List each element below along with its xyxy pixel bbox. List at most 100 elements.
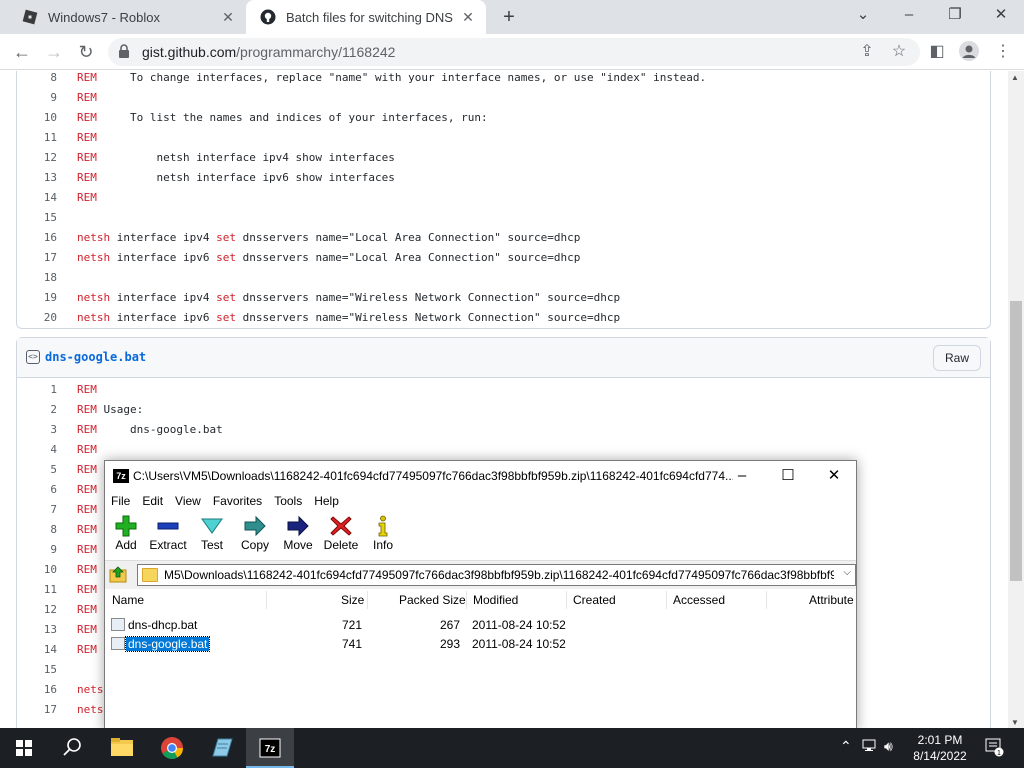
reload-icon[interactable]: ↻: [74, 40, 98, 64]
line-number[interactable]: 12: [17, 148, 57, 168]
network-icon[interactable]: [862, 738, 878, 755]
line-number[interactable]: 2: [17, 400, 57, 420]
line-number[interactable]: 11: [17, 128, 57, 148]
archive-path-combobox[interactable]: M5\Downloads\1168242-401fc694cfd77495097…: [137, 564, 856, 586]
line-number[interactable]: 5: [17, 460, 57, 480]
menu-edit[interactable]: Edit: [136, 491, 169, 511]
extract-button[interactable]: Extract: [146, 515, 190, 552]
test-button[interactable]: Test: [190, 515, 234, 552]
line-number[interactable]: 17: [17, 700, 57, 720]
side-panel-icon[interactable]: ◧: [926, 41, 948, 63]
tab-gist[interactable]: Batch files for switching DNS ser ✕: [246, 0, 486, 34]
line-number[interactable]: 18: [17, 268, 57, 288]
tab-roblox[interactable]: Windows7 - Roblox ✕: [8, 0, 246, 34]
col-accessed[interactable]: Accessed: [673, 593, 725, 607]
line-number[interactable]: 8: [17, 71, 57, 88]
move-button[interactable]: Move: [276, 515, 320, 552]
scroll-down-arrow-icon[interactable]: ▼: [1011, 718, 1019, 727]
address-bar[interactable]: gist.github.com/programmarchy/1168242: [108, 38, 920, 66]
new-tab-icon[interactable]: +: [498, 6, 520, 28]
restore-icon[interactable]: ❐: [932, 0, 978, 30]
line-number[interactable]: 15: [17, 660, 57, 680]
line-number[interactable]: 3: [17, 420, 57, 440]
line-number[interactable]: 6: [17, 480, 57, 500]
line-number[interactable]: 15: [17, 208, 57, 228]
file-name-link[interactable]: dns-google.bat: [45, 350, 146, 364]
line-number[interactable]: 4: [17, 440, 57, 460]
col-size[interactable]: Size: [341, 593, 364, 607]
column-divider[interactable]: [566, 591, 567, 609]
line-number[interactable]: 14: [17, 188, 57, 208]
menu-help[interactable]: Help: [308, 491, 345, 511]
start-button[interactable]: [0, 728, 48, 768]
close-tab-icon[interactable]: ✕: [220, 9, 236, 25]
chevron-down-icon[interactable]: ⌵: [843, 567, 851, 578]
notification-center-icon[interactable]: 1: [984, 737, 1004, 760]
column-divider[interactable]: [766, 591, 767, 609]
delete-button[interactable]: Delete: [319, 515, 363, 552]
scroll-up-arrow-icon[interactable]: ▲: [1011, 73, 1019, 82]
tab-search-chevron-icon[interactable]: ⌄: [840, 0, 886, 30]
bookmark-star-icon[interactable]: ☆: [888, 41, 910, 63]
line-number[interactable]: 13: [17, 168, 57, 188]
file-row[interactable]: dns-google.bat 741 293 2011-08-24 10:52: [105, 634, 856, 653]
col-name[interactable]: Name: [112, 593, 144, 607]
minimize-icon[interactable]: –: [719, 461, 765, 491]
close-window-icon[interactable]: ✕: [978, 0, 1024, 30]
raw-button[interactable]: Raw: [933, 345, 981, 371]
search-button[interactable]: [48, 728, 96, 768]
line-number[interactable]: 8: [17, 520, 57, 540]
scrollbar-thumb[interactable]: [1010, 301, 1022, 581]
profile-avatar-icon[interactable]: [958, 41, 980, 63]
taskbar-file-explorer[interactable]: [98, 728, 146, 768]
col-created[interactable]: Created: [573, 593, 616, 607]
line-number[interactable]: 10: [17, 108, 57, 128]
line-number[interactable]: 9: [17, 540, 57, 560]
volume-icon[interactable]: 🔊︎: [884, 738, 893, 755]
system-clock[interactable]: 2:01 PM 8/14/2022: [904, 732, 976, 764]
taskbar-chrome[interactable]: [148, 728, 196, 768]
line-number[interactable]: 14: [17, 640, 57, 660]
copy-button[interactable]: Copy: [233, 515, 277, 552]
column-divider[interactable]: [466, 591, 467, 609]
forward-icon[interactable]: →: [42, 40, 66, 64]
add-button[interactable]: Add: [104, 515, 148, 552]
taskbar-notepad[interactable]: [198, 728, 246, 768]
line-number[interactable]: 9: [17, 88, 57, 108]
close-tab-icon[interactable]: ✕: [460, 9, 476, 25]
folder-up-icon[interactable]: [109, 565, 129, 585]
menu-tools[interactable]: Tools: [268, 491, 308, 511]
line-number[interactable]: 20: [17, 308, 57, 328]
file-row[interactable]: dns-dhcp.bat 721 267 2011-08-24 10:52: [105, 615, 856, 634]
line-number[interactable]: 16: [17, 228, 57, 248]
menu-file[interactable]: File: [105, 491, 136, 511]
column-divider[interactable]: [367, 591, 368, 609]
menu-kebab-icon[interactable]: ⋮: [992, 41, 1014, 63]
menu-favorites[interactable]: Favorites: [207, 491, 268, 511]
info-button[interactable]: Info: [361, 515, 405, 552]
share-icon[interactable]: ⇪: [856, 41, 878, 63]
line-number[interactable]: 10: [17, 560, 57, 580]
col-packed-size[interactable]: Packed Size: [399, 593, 466, 607]
line-number[interactable]: 19: [17, 288, 57, 308]
column-divider[interactable]: [666, 591, 667, 609]
back-icon[interactable]: ←: [10, 40, 34, 64]
line-number[interactable]: 13: [17, 620, 57, 640]
line-number[interactable]: 11: [17, 580, 57, 600]
show-hidden-icons-icon[interactable]: ⌃: [840, 738, 852, 755]
close-window-icon[interactable]: ✕: [811, 461, 857, 491]
line-number[interactable]: 12: [17, 600, 57, 620]
line-number[interactable]: 16: [17, 680, 57, 700]
page-scrollbar[interactable]: ▲ ▼: [1008, 71, 1024, 729]
line-number[interactable]: 1: [17, 380, 57, 400]
maximize-icon[interactable]: ☐: [765, 461, 811, 491]
taskbar-7zip[interactable]: 7z: [246, 728, 294, 768]
line-number[interactable]: 7: [17, 500, 57, 520]
col-modified[interactable]: Modified: [473, 593, 518, 607]
column-divider[interactable]: [266, 591, 267, 609]
col-attributes[interactable]: Attribute: [809, 593, 854, 607]
menu-view[interactable]: View: [169, 491, 207, 511]
7zip-title-bar[interactable]: 7z C:\Users\VM5\Downloads\1168242-401fc6…: [105, 461, 856, 491]
line-number[interactable]: 17: [17, 248, 57, 268]
minimize-icon[interactable]: –: [886, 0, 932, 30]
